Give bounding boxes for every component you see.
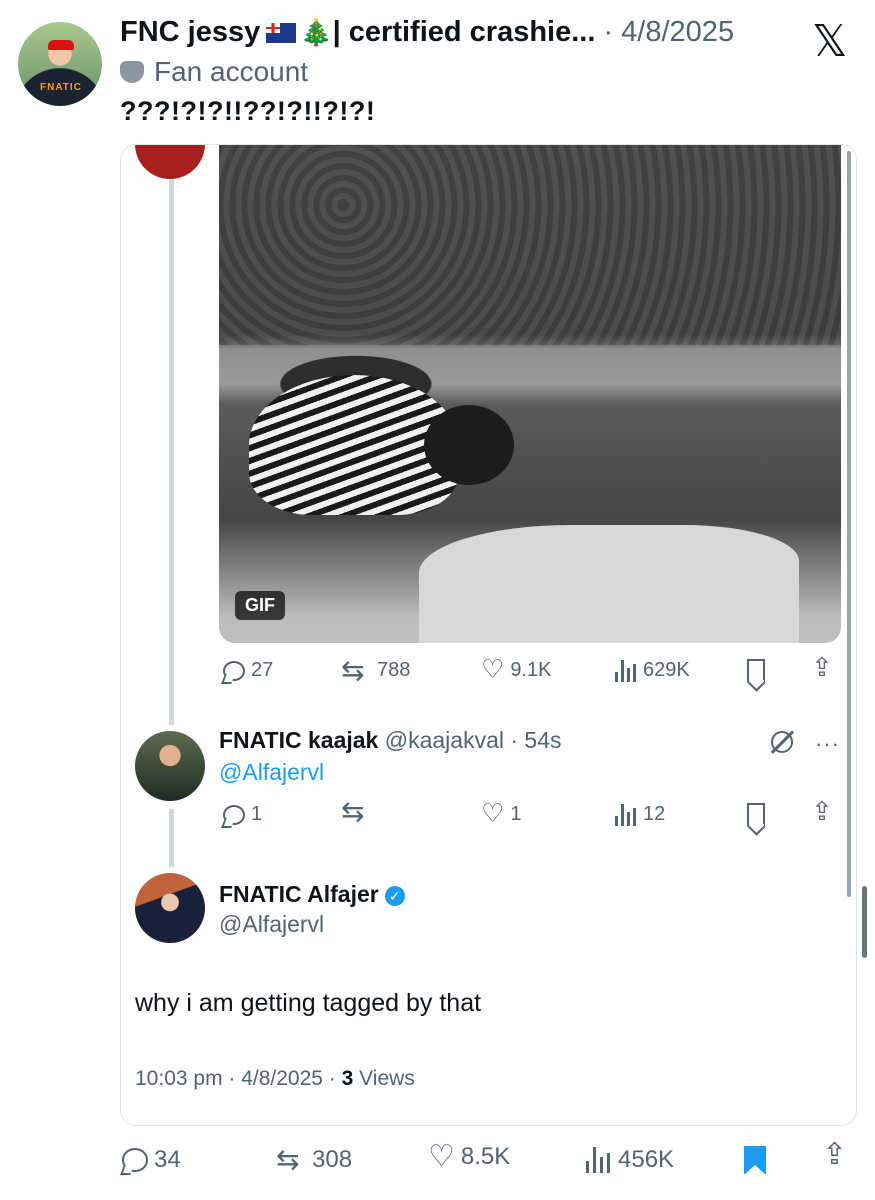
post-action-bar: 34 308 ♡ 8.5K 456K ⇪	[0, 1130, 875, 1190]
santa-hat-icon	[48, 40, 74, 50]
not-interested-icon[interactable]	[771, 731, 793, 753]
views-icon	[586, 1147, 612, 1173]
reply-author-line[interactable]: FNATIC kaajak @kaajakval · 54s	[219, 727, 562, 754]
gif-media[interactable]: GIF	[219, 145, 841, 643]
bookmark-button[interactable]	[747, 803, 765, 827]
reply-button[interactable]: 34	[122, 1146, 181, 1174]
reply-icon	[122, 1148, 148, 1172]
avatar-brand-logo: FNATIC	[40, 82, 82, 93]
repost-count: 788	[377, 659, 411, 681]
author-name-line[interactable]: FNC jessy 🎄| certified crashie... · 4/8/2…	[120, 16, 734, 49]
like-button[interactable]: ♡ 9.1K	[481, 657, 551, 683]
bookmark-button[interactable]	[747, 659, 765, 683]
reply-button[interactable]: 1	[223, 803, 262, 826]
thread-avatar[interactable]	[135, 145, 205, 179]
like-count: 9.1K	[510, 658, 552, 681]
repost-icon	[341, 795, 371, 828]
thread-line	[169, 179, 174, 725]
quoted-author-avatar[interactable]	[135, 873, 205, 943]
like-button[interactable]: ♡ 8.5K	[428, 1142, 510, 1172]
share-icon: ⇪	[811, 797, 833, 827]
like-button[interactable]: ♡ 1	[481, 801, 521, 827]
repost-icon	[341, 654, 371, 687]
heart-icon: ♡	[428, 1139, 455, 1174]
quoted-views-label: Views	[353, 1067, 415, 1090]
quoted-author-handle[interactable]: @Alfajervl	[219, 911, 324, 938]
page-scrollbar[interactable]	[862, 886, 867, 958]
more-options-icon[interactable]: ···	[815, 731, 840, 757]
repost-icon	[276, 1143, 306, 1176]
heart-icon: ♡	[481, 655, 505, 685]
quoted-author-name-line[interactable]: FNATIC Alfajer ✓	[219, 881, 405, 908]
bookmark-icon	[747, 803, 765, 827]
views-count: 629K	[643, 659, 690, 681]
author-avatar[interactable]: FNATIC	[18, 22, 102, 106]
reply-count: 1	[251, 803, 263, 825]
x-logo-icon: 𝕏	[812, 16, 848, 67]
embedded-screenshot-card[interactable]: GIF 27 788 ♡ 9.1K 629K ⇪ FNATIC kaajak @…	[120, 144, 857, 1126]
repost-button[interactable]: 788	[341, 654, 411, 687]
quoted-views-count: 3	[341, 1067, 354, 1090]
reply-icon	[223, 660, 245, 681]
reply-mention-link[interactable]: @Alfajervl	[219, 759, 324, 786]
views-count: 456K	[618, 1146, 675, 1173]
thread-line	[169, 809, 174, 867]
views-button[interactable]: 629K	[615, 659, 690, 682]
fan-account-label: Fan account	[120, 56, 308, 88]
theater-mask-icon	[120, 61, 144, 83]
gif-blanket	[419, 525, 799, 643]
views-icon	[615, 803, 637, 826]
post-date[interactable]: · 4/8/2025	[603, 16, 734, 48]
views-count: 12	[643, 803, 666, 825]
gif-figure-head	[424, 405, 514, 485]
author-name[interactable]: FNC jessy	[120, 16, 260, 48]
repost-button[interactable]	[341, 795, 377, 828]
card-scrollbar[interactable]	[847, 151, 851, 897]
christmas-tree-icon: 🎄	[300, 17, 333, 47]
views-button[interactable]: 456K	[586, 1146, 674, 1174]
reply-author-avatar[interactable]	[135, 731, 205, 801]
reply-author-name[interactable]: FNATIC kaajak	[219, 727, 378, 753]
quoted-time-date[interactable]: 10:03 pm · 4/8/2025 ·	[135, 1067, 342, 1090]
share-icon: ⇪	[822, 1137, 848, 1172]
tweet-text: ???!?!?!!??!?!!?!?!	[120, 96, 376, 126]
gif-background-trees	[219, 145, 841, 345]
bookmark-filled-icon	[744, 1146, 766, 1175]
reply-icon	[223, 804, 245, 825]
quoted-author-name[interactable]: FNATIC Alfajer	[219, 881, 379, 907]
repost-count: 308	[312, 1146, 353, 1173]
bookmark-button[interactable]	[744, 1146, 766, 1175]
author-name-suffix[interactable]: | certified crashie...	[333, 16, 596, 48]
share-button[interactable]: ⇪	[811, 655, 833, 681]
heart-icon: ♡	[481, 799, 505, 829]
share-button[interactable]: ⇪	[811, 799, 833, 825]
reply-button[interactable]: 27	[223, 659, 273, 682]
like-count: 8.5K	[460, 1143, 511, 1170]
reply-count: 34	[154, 1146, 181, 1173]
views-icon	[615, 659, 637, 682]
views-button[interactable]: 12	[615, 803, 665, 826]
share-button[interactable]: ⇪	[822, 1140, 847, 1170]
quoted-tweet-text: why i am getting tagged by that	[135, 989, 482, 1017]
australia-flag-icon	[266, 23, 297, 43]
gif-badge: GIF	[235, 591, 285, 620]
reply-handle-time[interactable]: @kaajakval · 54s	[385, 727, 562, 753]
reply-count: 27	[251, 659, 274, 681]
fan-account-text: Fan account	[154, 56, 309, 87]
repost-button[interactable]: 308	[276, 1143, 353, 1176]
quoted-tweet-meta: 10:03 pm · 4/8/2025 · 3 Views	[135, 1067, 415, 1091]
like-count: 1	[510, 802, 522, 825]
verified-badge-icon: ✓	[384, 886, 405, 906]
share-icon: ⇪	[811, 653, 833, 683]
bookmark-icon	[747, 659, 765, 683]
